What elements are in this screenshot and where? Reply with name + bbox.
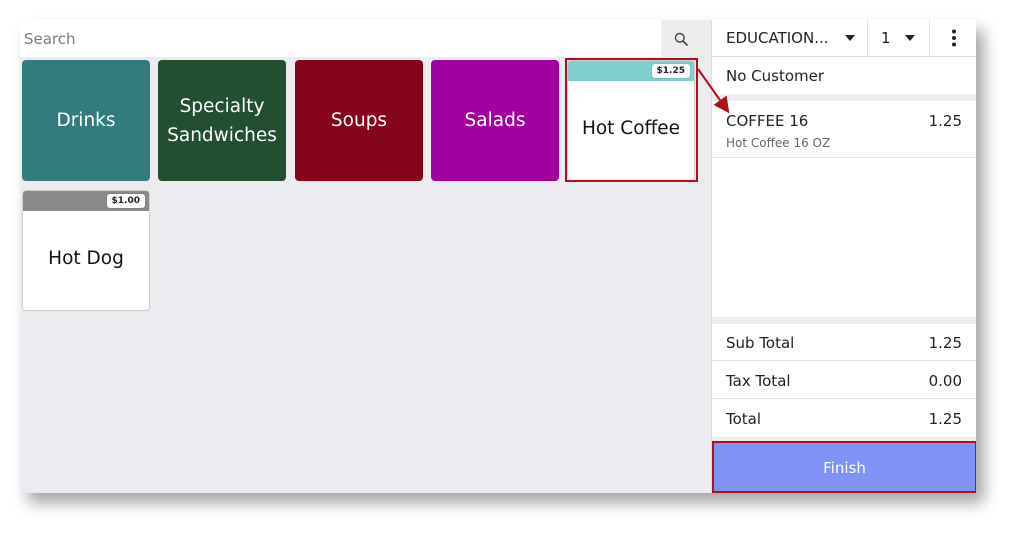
finish-button[interactable]: Finish — [712, 443, 976, 493]
total-row: Total 1.25 — [712, 400, 976, 437]
category-tile-specialty-sandwiches[interactable]: Specialty Sandwiches — [158, 60, 286, 181]
chevron-down-icon — [844, 35, 855, 41]
product-tile-hot-dog[interactable]: $1.00 Hot Dog — [22, 190, 150, 311]
more-vertical-icon — [951, 29, 956, 47]
tile-label: Hot Dog — [48, 248, 124, 269]
item-description: Hot Coffee 16 OZ — [726, 136, 831, 150]
order-header: EDUCATION... 1 — [712, 20, 976, 57]
tile-label: Drinks — [56, 110, 116, 131]
item-price: 1.25 — [928, 112, 962, 130]
location-dropdown[interactable]: EDUCATION... — [726, 20, 866, 56]
finish-label: Finish — [823, 459, 866, 477]
tile-label: Soups — [330, 110, 388, 131]
tax-total-label: Tax Total — [726, 372, 791, 390]
category-tile-salads[interactable]: Salads — [431, 60, 559, 181]
chevron-down-icon — [904, 35, 915, 41]
search-input[interactable] — [20, 20, 660, 57]
total-label: Total — [726, 410, 762, 428]
tile-label: Salads — [464, 110, 526, 131]
search-button[interactable] — [661, 20, 701, 57]
total-value: 1.25 — [928, 410, 962, 428]
subtotal-row: Sub Total 1.25 — [712, 324, 976, 361]
tax-total-value: 0.00 — [928, 372, 962, 390]
quantity-label: 1 — [881, 29, 891, 47]
tile-label: Specialty Sandwiches — [167, 95, 277, 146]
subtotal-label: Sub Total — [726, 334, 795, 352]
location-label: EDUCATION... — [726, 29, 829, 47]
tile-label: Hot Coffee — [581, 118, 681, 139]
price-badge: $1.00 — [106, 194, 145, 208]
item-name: COFFEE 16 — [726, 112, 809, 130]
pos-app: Drinks Specialty Sandwiches Soups Salads… — [20, 20, 976, 493]
category-tile-drinks[interactable]: Drinks — [22, 60, 150, 181]
divider — [867, 20, 868, 56]
customer-label: No Customer — [726, 66, 825, 85]
order-line-item[interactable]: COFFEE 16 1.25 Hot Coffee 16 OZ — [712, 101, 976, 158]
search-icon — [674, 32, 688, 46]
more-options-button[interactable] — [930, 20, 976, 56]
customer-selector[interactable]: No Customer — [712, 57, 976, 94]
price-badge: $1.25 — [651, 64, 690, 78]
totals-section: Sub Total 1.25 Tax Total 0.00 Total 1.25 — [712, 324, 976, 437]
quantity-dropdown[interactable]: 1 — [881, 20, 927, 56]
category-tile-soups[interactable]: Soups — [295, 60, 423, 181]
tax-total-row: Tax Total 0.00 — [712, 362, 976, 399]
subtotal-value: 1.25 — [928, 334, 962, 352]
order-panel: EDUCATION... 1 No Customer COFFEE 16 1.2… — [711, 20, 976, 493]
order-items-list: COFFEE 16 1.25 Hot Coffee 16 OZ — [712, 101, 976, 317]
product-tile-hot-coffee[interactable]: $1.25 Hot Coffee — [567, 60, 695, 181]
search-bar — [20, 20, 701, 57]
